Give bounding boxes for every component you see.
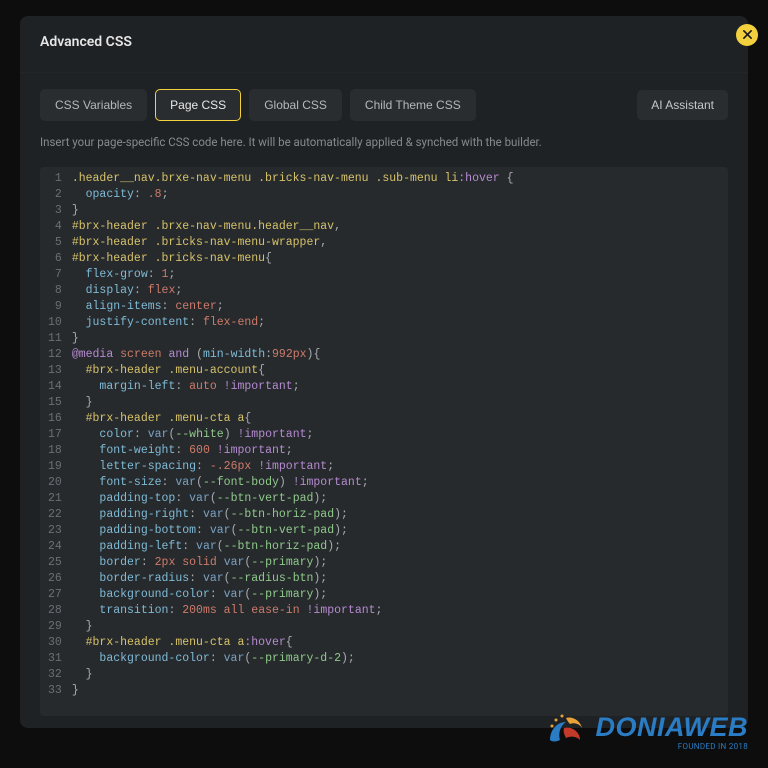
- close-icon: [742, 28, 753, 43]
- css-tabs-toolbar: CSS Variables Page CSS Global CSS Child …: [20, 73, 748, 121]
- watermark-subtitle: FOUNDED IN 2018: [596, 743, 749, 751]
- ai-assistant-button[interactable]: AI Assistant: [637, 90, 728, 120]
- tab-global-css[interactable]: Global CSS: [249, 89, 342, 121]
- watermark: DONIAWEB FOUNDED IN 2018: [542, 710, 749, 754]
- watermark-icon: [542, 710, 590, 754]
- tab-css-variables[interactable]: CSS Variables: [40, 89, 147, 121]
- tab-page-css[interactable]: Page CSS: [155, 89, 241, 121]
- tab-child-theme-css[interactable]: Child Theme CSS: [350, 89, 476, 121]
- watermark-title: DONIAWEB: [596, 714, 749, 741]
- code-editor[interactable]: 1234567891011121314151617181920212223242…: [40, 167, 728, 716]
- code-content[interactable]: .header__nav.brxe-nav-menu .bricks-nav-m…: [72, 171, 728, 699]
- instruction-text: Insert your page-specific CSS code here.…: [20, 121, 748, 159]
- close-button[interactable]: [736, 24, 758, 46]
- modal-title: Advanced CSS: [20, 16, 748, 73]
- advanced-css-modal: Advanced CSS CSS Variables Page CSS Glob…: [20, 16, 748, 728]
- line-numbers: 1234567891011121314151617181920212223242…: [40, 171, 72, 699]
